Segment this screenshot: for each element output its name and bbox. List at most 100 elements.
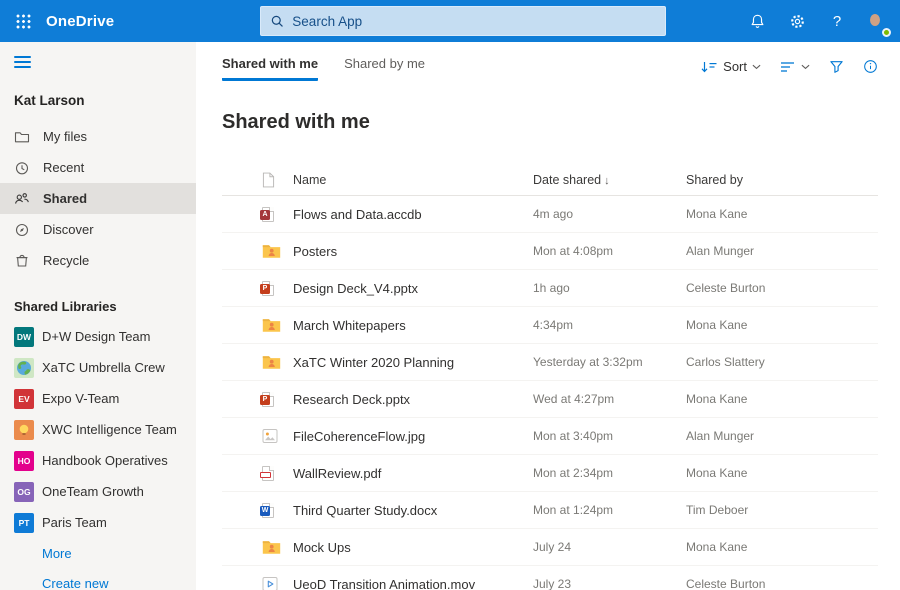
search-box[interactable] [260, 6, 666, 36]
column-header-name[interactable]: Name [293, 173, 533, 187]
shared-by: Mona Kane [686, 540, 878, 554]
sidebar-item-my-files[interactable]: My files [0, 121, 196, 152]
team-initials-icon: HO [14, 451, 34, 471]
settings-button[interactable] [777, 0, 817, 42]
table-body: AFlows and Data.accdb4m agoMona KanePost… [222, 196, 878, 590]
file-name[interactable]: Flows and Data.accdb [293, 207, 533, 222]
details-pane-button[interactable] [857, 55, 884, 78]
hamburger-icon [14, 56, 31, 58]
sidebar-item-shared[interactable]: Shared [0, 183, 196, 214]
table-header-row: Name Date shared↓ Shared by [222, 165, 878, 196]
table-row[interactable]: PostersMon at 4:08pmAlan Munger [222, 233, 878, 270]
table-row[interactable]: XaTC Winter 2020 PlanningYesterday at 3:… [222, 344, 878, 381]
date-shared: 4:34pm [533, 318, 686, 332]
search-input[interactable] [292, 14, 656, 29]
topbar-actions: ? [737, 0, 900, 42]
file-name[interactable]: Research Deck.pptx [293, 392, 533, 407]
file-name[interactable]: WallReview.pdf [293, 466, 533, 481]
file-name[interactable]: Posters [293, 244, 533, 259]
primary-nav: My files Recent Shared Discover Recycle [0, 121, 196, 276]
powerpoint-file-icon: P [222, 281, 293, 296]
column-header-date-shared[interactable]: Date shared↓ [533, 173, 686, 187]
file-name[interactable]: Design Deck_V4.pptx [293, 281, 533, 296]
pdf-file-icon [222, 466, 293, 481]
file-name[interactable]: FileCoherenceFlow.jpg [293, 429, 533, 444]
table-row[interactable]: PDesign Deck_V4.pptx1h agoCeleste Burton [222, 270, 878, 307]
sidebar-item-label: Recent [43, 160, 84, 175]
tab-shared-by-me[interactable]: Shared by me [344, 56, 425, 81]
shared-folder-icon [222, 243, 293, 259]
file-name[interactable]: March Whitepapers [293, 318, 533, 333]
date-shared: 1h ago [533, 281, 686, 295]
shared-by: Mona Kane [686, 466, 878, 480]
sidebar-item-discover[interactable]: Discover [0, 214, 196, 245]
presence-available-dot [882, 28, 891, 37]
page-title: Shared with me [222, 111, 900, 134]
library-item-label: Handbook Operatives [42, 453, 168, 468]
date-shared: Mon at 2:34pm [533, 466, 686, 480]
sort-label: Sort [723, 59, 747, 74]
file-name[interactable]: XaTC Winter 2020 Planning [293, 355, 533, 370]
table-row[interactable]: UeoD Transition Animation.movJuly 23Cele… [222, 566, 878, 590]
library-item-paris-team[interactable]: PT Paris Team [0, 507, 196, 538]
account-avatar[interactable] [861, 7, 889, 35]
create-new-link[interactable]: Create new [0, 568, 196, 590]
view-options-button[interactable] [774, 57, 816, 77]
table-row[interactable]: Mock UpsJuly 24Mona Kane [222, 529, 878, 566]
sidebar-item-recycle[interactable]: Recycle [0, 245, 196, 276]
table-row[interactable]: WallReview.pdfMon at 2:34pmMona Kane [222, 455, 878, 492]
notifications-button[interactable] [737, 0, 777, 42]
table-row[interactable]: March Whitepapers4:34pmMona Kane [222, 307, 878, 344]
sidebar-item-recent[interactable]: Recent [0, 152, 196, 183]
help-button[interactable]: ? [817, 0, 857, 42]
library-item-expo-v-team[interactable]: EVExpo V-Team [0, 383, 196, 414]
library-item-xwc-intelligence-team[interactable]: XWC Intelligence Team [0, 414, 196, 445]
tab-shared-with-me[interactable]: Shared with me [222, 56, 318, 81]
filter-funnel-icon [829, 59, 844, 74]
date-shared: Wed at 4:27pm [533, 392, 686, 406]
sidebar-item-label: Discover [43, 222, 94, 237]
video-file-icon [222, 576, 293, 590]
table-row[interactable]: FileCoherenceFlow.jpgMon at 3:40pmAlan M… [222, 418, 878, 455]
collapse-nav-button[interactable] [14, 56, 31, 68]
image-file-icon [222, 428, 293, 444]
library-item-oneteam-growth[interactable]: OG OneTeam Growth [0, 476, 196, 507]
bell-icon [749, 13, 766, 30]
file-name[interactable]: Third Quarter Study.docx [293, 503, 533, 518]
more-link[interactable]: More [0, 538, 196, 568]
table-row[interactable]: PResearch Deck.pptxWed at 4:27pmMona Kan… [222, 381, 878, 418]
lightbulb-icon [14, 420, 34, 440]
sort-button[interactable]: Sort [694, 55, 767, 78]
file-name[interactable]: UeoD Transition Animation.mov [293, 577, 533, 590]
library-item-label: XWC Intelligence Team [42, 422, 177, 437]
file-name[interactable]: Mock Ups [293, 540, 533, 555]
date-shared: July 23 [533, 577, 686, 590]
date-shared: Yesterday at 3:32pm [533, 355, 686, 369]
table-row[interactable]: AFlows and Data.accdb4m agoMona Kane [222, 196, 878, 233]
shared-folder-icon [222, 317, 293, 333]
table-row[interactable]: WThird Quarter Study.docxMon at 1:24pmTi… [222, 492, 878, 529]
app-title: OneDrive [46, 13, 114, 30]
column-header-shared-by[interactable]: Shared by [686, 173, 878, 187]
library-item-label: Expo V-Team [42, 391, 119, 406]
shared-folder-icon [222, 539, 293, 555]
people-icon [14, 191, 30, 207]
shared-by: Celeste Burton [686, 281, 878, 295]
shared-by: Alan Munger [686, 244, 878, 258]
library-item-label: OneTeam Growth [42, 484, 144, 499]
powerpoint-file-icon: P [222, 392, 293, 407]
team-initials-icon: DW [14, 327, 34, 347]
shared-by: Mona Kane [686, 207, 878, 221]
shared-by: Carlos Slattery [686, 355, 878, 369]
date-shared: July 24 [533, 540, 686, 554]
library-item-d-w-design-team[interactable]: DWD+W Design Team [0, 321, 196, 352]
library-item-xatc-umbrella-crew[interactable]: XaTC Umbrella Crew [0, 352, 196, 383]
team-initials-icon: OG [14, 482, 34, 502]
library-item-handbook-operatives[interactable]: HO Handbook Operatives [0, 445, 196, 476]
sidebar-item-label: Shared [43, 191, 87, 206]
team-initials-icon: PT [14, 513, 34, 533]
globe-icon [14, 358, 34, 378]
app-launcher-button[interactable] [0, 0, 46, 42]
filter-button[interactable] [823, 55, 850, 78]
library-item-label: Paris Team [42, 515, 107, 530]
